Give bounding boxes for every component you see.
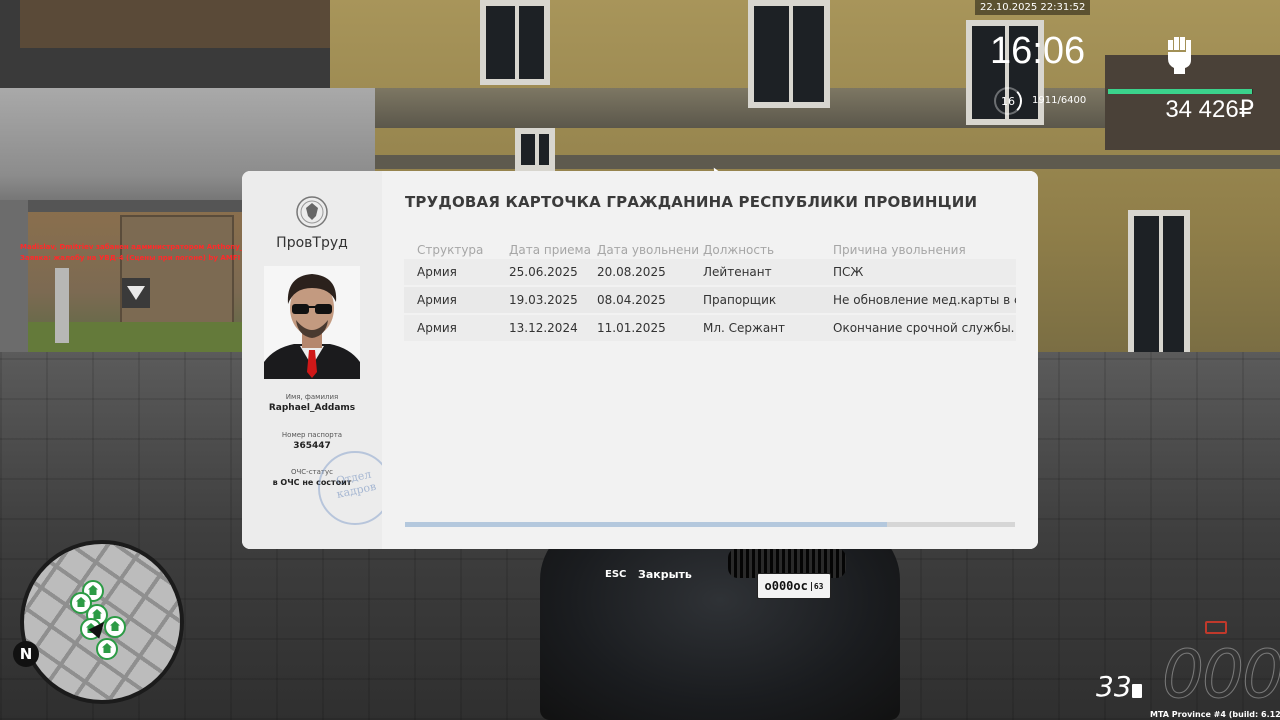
employment-table: Структура Дата приема Дата увольнени Дол… — [404, 241, 1016, 343]
scrollbar-thumb[interactable] — [405, 522, 887, 527]
fuel-level: 33 — [1096, 670, 1132, 703]
close-button[interactable]: Закрыть — [638, 568, 692, 581]
cell-hire-date: 25.06.2025 — [509, 265, 578, 279]
car — [540, 520, 900, 720]
health-bar — [1108, 89, 1253, 94]
passport-label: Номер паспорта — [281, 431, 343, 439]
plate-number: о000ос — [764, 579, 808, 593]
player-level: 16 — [994, 87, 1022, 115]
name-value: Raphael_Addams — [268, 403, 356, 413]
license-plate: о000ос 63 — [757, 573, 831, 599]
server-datetime: 22.10.2025 22:31:52 — [975, 0, 1091, 15]
esc-key-hint[interactable]: ESC — [605, 569, 626, 580]
cell-position: Прапорщик — [703, 293, 777, 307]
table-row[interactable]: Армия 13.12.2024 11.01.2025 Мл. Сержант … — [404, 315, 1016, 341]
balcony — [20, 0, 330, 48]
cell-hire-date: 19.03.2025 — [509, 293, 578, 307]
entrance-marker-icon — [122, 278, 150, 308]
cell-structure: Армия — [417, 321, 457, 335]
cell-hire-date: 13.12.2024 — [509, 321, 578, 335]
health-bar-fill — [1108, 89, 1252, 94]
house-icon — [96, 638, 118, 660]
cell-dismissal-date: 11.01.2025 — [597, 321, 666, 335]
table-body: Армия 25.06.2025 20.08.2025 Лейтенант ПС… — [404, 259, 1016, 341]
name-label: Имя, фамилия — [285, 393, 339, 401]
table-row[interactable]: Армия 19.03.2025 08.04.2025 Прапорщик Не… — [404, 287, 1016, 313]
fuel-pump-icon — [1132, 684, 1142, 698]
window — [1128, 210, 1190, 370]
employment-card-dialog: ПровТруд Имя, фамилия Raphael_Addams Ном… — [242, 171, 1038, 549]
cell-dismissal-reason: Окончание срочной службы. — [833, 321, 1015, 335]
north-indicator: N — [13, 641, 39, 667]
cell-dismissal-reason: Не обновление мед.карты в с — [833, 293, 1016, 307]
cell-structure: Армия — [417, 293, 457, 307]
engine-warning-icon — [1205, 621, 1227, 634]
horizontal-scrollbar[interactable] — [405, 522, 1015, 527]
window — [480, 0, 550, 85]
cell-structure: Армия — [417, 265, 457, 279]
plate-region: 63 — [810, 581, 824, 591]
column-header-structure[interactable]: Структура — [404, 243, 509, 257]
game-clock: 16:06 — [990, 30, 1086, 72]
employee-profile-panel: ПровТруд Имя, фамилия Raphael_Addams Ном… — [242, 171, 392, 549]
window — [748, 0, 830, 108]
employee-photo — [264, 266, 360, 379]
column-header-dismissal-date[interactable]: Дата увольнени — [597, 243, 703, 257]
building-ledge — [330, 155, 1280, 169]
hr-stamp: Отдел кадров — [318, 451, 392, 525]
employment-records-panel: ТРУДОВАЯ КАРТОЧКА ГРАЖДАНИНА РЕСПУБЛИКИ … — [382, 171, 1038, 549]
cell-position: Мл. Сержант — [703, 321, 786, 335]
emblem-icon — [296, 196, 328, 228]
tree — [55, 268, 69, 343]
table-row[interactable]: Армия 25.06.2025 20.08.2025 Лейтенант ПС… — [404, 259, 1016, 285]
column-header-hire-date[interactable]: Дата приема — [509, 243, 597, 257]
background-house — [120, 215, 234, 334]
cell-dismissal-reason: ПСЖ — [833, 265, 864, 279]
cell-dismissal-date: 08.04.2025 — [597, 293, 666, 307]
fist-icon — [1168, 37, 1191, 74]
cell-position: Лейтенант — [703, 265, 772, 279]
card-title: ТРУДОВАЯ КАРТОЧКА ГРАЖДАНИНА РЕСПУБЛИКИ … — [405, 193, 978, 211]
brand-name: ПровТруд — [276, 235, 348, 251]
cell-dismissal-date: 20.08.2025 — [597, 265, 666, 279]
experience-progress: 1911/6400 — [1032, 95, 1087, 106]
speedometer: 000 — [1162, 636, 1280, 714]
table-header: Структура Дата приема Дата увольнени Дол… — [404, 241, 1016, 259]
passport-value: 365447 — [293, 441, 331, 451]
window — [515, 128, 555, 171]
chat-line: Заявка: жалобу на УВД-4 (Сцены при погон… — [20, 254, 241, 262]
money-balance: 34 426₽ — [1165, 96, 1254, 123]
build-info: MTA Province #4 (build: 6.12420.9) — [1150, 710, 1280, 719]
column-header-dismissal-reason[interactable]: Причина увольнения — [833, 243, 1016, 257]
column-header-position[interactable]: Должность — [703, 243, 833, 257]
